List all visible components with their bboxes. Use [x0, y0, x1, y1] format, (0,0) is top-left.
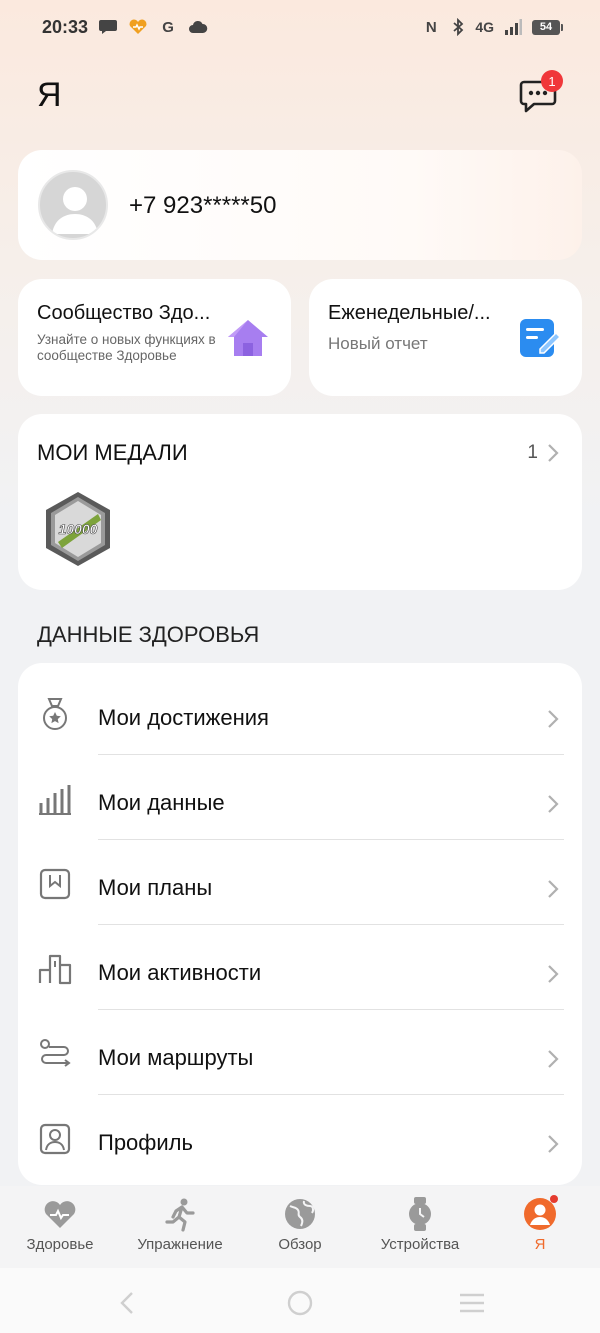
tab-label: Упражнение — [137, 1236, 223, 1253]
tab-overview[interactable]: Обзор — [240, 1196, 360, 1253]
list-item-plans[interactable]: Мои планы — [18, 840, 582, 925]
weekly-report-subtitle: Новый отчет — [328, 334, 428, 353]
status-time: 20:33 — [42, 16, 89, 37]
google-icon: G — [162, 18, 174, 36]
signal-icon — [505, 19, 522, 35]
battery-icon: 54 — [532, 19, 563, 35]
medals-card[interactable]: МОИ МЕДАЛИ 1 10000 — [18, 414, 582, 590]
messages-badge: 1 — [541, 70, 563, 92]
heart-icon — [44, 1201, 76, 1228]
list-item-label: Мои маршруты — [98, 1045, 254, 1070]
tab-health[interactable]: Здоровье — [0, 1196, 120, 1253]
bar-chart-icon — [39, 785, 71, 815]
nfc-icon: N — [425, 18, 437, 36]
list-item-label: Мои достижения — [98, 705, 269, 730]
default-avatar-icon — [52, 187, 98, 234]
list-item-routes[interactable]: Мои маршруты — [18, 1010, 582, 1095]
chevron-right-icon — [548, 710, 559, 728]
list-item-label: Профиль — [98, 1130, 193, 1155]
weekly-report-card[interactable]: Еженедельные/... Новый отчет — [309, 279, 582, 396]
health-data-section-title: ДАННЫЕ ЗДОРОВЬЯ — [37, 622, 260, 647]
community-title: Сообщество Здо... — [37, 302, 211, 324]
medals-title: МОИ МЕДАЛИ — [37, 440, 188, 465]
podium-icon — [38, 954, 72, 985]
list-item-my-data[interactable]: Мои данные — [18, 755, 582, 840]
tab-label: Обзор — [278, 1236, 322, 1253]
chevron-right-icon — [548, 1050, 559, 1068]
system-nav-bar — [0, 1268, 600, 1333]
health-data-list: Мои достижения Мои данные Мои планы Мои … — [18, 663, 582, 1185]
page-title: Я — [37, 76, 62, 114]
bottom-tab-bar: Здоровье Упражнение Обзор Устройства Я — [0, 1186, 600, 1268]
watch-icon — [409, 1197, 431, 1231]
chevron-right-icon — [548, 1135, 559, 1153]
runner-icon — [165, 1198, 195, 1232]
plan-icon — [39, 868, 71, 900]
notification-dot — [550, 1195, 558, 1203]
medal-icon — [43, 698, 67, 730]
tab-devices[interactable]: Устройства — [360, 1196, 480, 1253]
list-item-label: Мои активности — [98, 960, 262, 985]
list-item-achievements[interactable]: Мои достижения — [18, 670, 582, 755]
medals-count: 1 — [527, 442, 538, 463]
report-icon — [520, 319, 562, 357]
heart-notification-icon — [129, 19, 147, 34]
chevron-right-icon — [548, 965, 559, 983]
tab-label: Я — [534, 1236, 546, 1253]
status-bar: 20:33 G N 4G 54 — [0, 0, 600, 54]
list-item-activities[interactable]: Мои активности — [18, 925, 582, 1010]
tab-me[interactable]: Я — [480, 1196, 600, 1253]
route-icon — [40, 1039, 71, 1067]
tab-exercise[interactable]: Упражнение — [120, 1196, 240, 1253]
weekly-report-title: Еженедельные/... — [328, 302, 491, 324]
back-icon[interactable] — [113, 1288, 143, 1318]
home-button-icon[interactable] — [285, 1288, 315, 1318]
profile-card[interactable]: +7 923*****50 — [18, 150, 582, 260]
list-item-label: Мои планы — [98, 875, 213, 900]
list-item-profile[interactable]: Профиль — [18, 1095, 582, 1180]
profile-icon — [39, 1123, 71, 1155]
user-phone: +7 923*****50 — [129, 192, 277, 219]
chevron-right-icon — [548, 795, 559, 813]
cloud-icon — [189, 20, 208, 33]
medal-10000-steps-icon[interactable]: 10000 — [42, 490, 114, 568]
list-item-label: Мои данные — [98, 790, 225, 815]
network-type: 4G — [475, 19, 494, 35]
community-subtitle: Узнайте о новых функциях в сообществе Зд… — [37, 332, 216, 363]
tab-label: Устройства — [380, 1236, 460, 1253]
medal-text: 10000 — [59, 521, 98, 537]
bluetooth-icon — [453, 18, 464, 36]
chevron-right-icon — [548, 880, 559, 898]
home-icon — [228, 320, 268, 356]
chevron-right-icon — [548, 444, 559, 462]
chat-notification-icon — [99, 20, 118, 34]
tab-label: Здоровье — [26, 1236, 94, 1253]
menu-icon[interactable] — [457, 1288, 487, 1318]
globe-icon — [285, 1199, 315, 1229]
avatar[interactable] — [38, 170, 108, 240]
community-card[interactable]: Сообщество Здо... Узнайте о новых функци… — [18, 279, 291, 396]
